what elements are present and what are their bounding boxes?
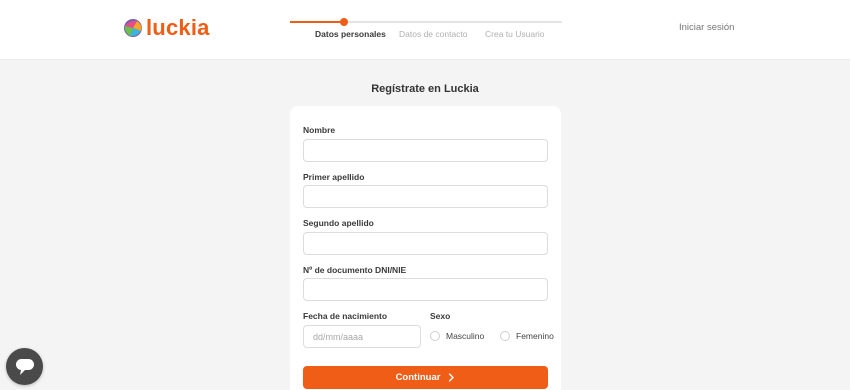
login-link[interactable]: Iniciar sesión (679, 22, 734, 33)
radio-circle[interactable] (430, 331, 440, 341)
chevron-right-icon (449, 373, 455, 382)
segundo-apellido-label: Segundo apellido (303, 218, 374, 228)
continuar-button[interactable]: Continuar (303, 366, 548, 389)
fecha-nacimiento-input[interactable] (303, 325, 421, 348)
sexo-option-femenino[interactable]: Femenino (500, 331, 554, 341)
registration-steps: Datos personales Datos de contacto Crea … (290, 0, 562, 60)
sexo-option-masculino[interactable]: Masculino (430, 331, 484, 341)
logo-text: luckia (146, 15, 210, 40)
documento-input[interactable] (303, 278, 548, 301)
step-datos-personales: Datos personales (315, 29, 386, 39)
nombre-input[interactable] (303, 139, 548, 162)
steps-current-dot (340, 18, 348, 26)
step-datos-contacto: Datos de contacto (399, 29, 468, 39)
top-header: luckia Datos personales Datos de contact… (0, 0, 850, 60)
nombre-label: Nombre (303, 125, 336, 135)
documento-label: Nº de documento DNI/NIE (303, 265, 407, 275)
step-crea-usuario: Crea tu Usuario (485, 29, 545, 39)
luckia-logo-icon (124, 19, 142, 37)
radio-label-femenino: Femenino (516, 331, 554, 341)
sexo-label: Sexo (430, 311, 451, 321)
segundo-apellido-input[interactable] (303, 232, 548, 255)
primer-apellido-input[interactable] (303, 185, 548, 208)
chat-bubble-icon (15, 358, 34, 375)
chat-button[interactable] (6, 348, 43, 385)
radio-circle[interactable] (500, 331, 510, 341)
primer-apellido-label: Primer apellido (303, 172, 365, 182)
continuar-label: Continuar (395, 372, 441, 383)
page-title: Regístrate en Luckia (371, 83, 479, 95)
radio-label-masculino: Masculino (446, 331, 485, 341)
registration-form: Nombre Primer apellido Segundo apellido … (290, 106, 561, 390)
fecha-nacimiento-label: Fecha de nacimiento (303, 311, 388, 321)
steps-progress-bar (290, 21, 344, 23)
luckia-logo[interactable]: luckia (122, 14, 210, 42)
